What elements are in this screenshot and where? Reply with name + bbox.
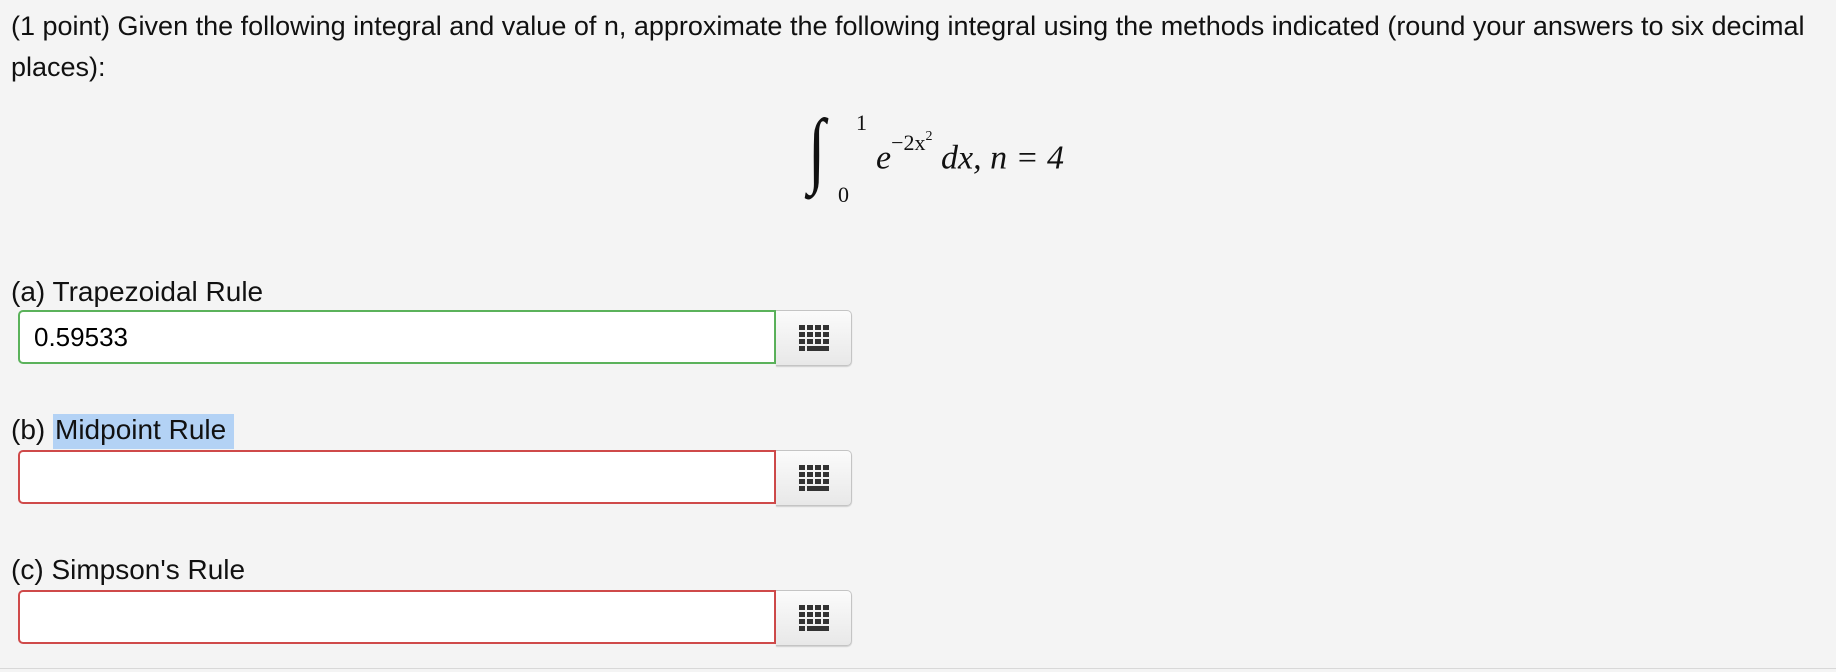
part-b-method-selected: Midpoint Rule [53, 414, 235, 449]
exponent-power: 2 [925, 128, 933, 144]
exponent: −2x2 [891, 128, 933, 155]
integral-sign: ∫ [808, 103, 826, 196]
grid-icon [798, 465, 829, 491]
midpoint-answer-input[interactable] [18, 450, 776, 504]
part-c-answer-row [18, 590, 854, 648]
part-a-prefix: (a) [11, 276, 53, 307]
simpsons-answer-input[interactable] [18, 590, 776, 644]
trapezoidal-answer-input[interactable] [18, 310, 776, 364]
bottom-divider [0, 668, 1836, 669]
part-a-answer-row [18, 310, 854, 368]
differential-and-n: dx, n = 4 [941, 139, 1065, 177]
part-b-answer-row [18, 450, 854, 508]
upper-limit: 1 [856, 110, 867, 135]
integral-formula: ∫ 1 0 e−2x2 dx, n = 4 [808, 103, 1108, 208]
grid-icon [798, 605, 829, 631]
grid-icon [798, 325, 829, 351]
part-c-label: (c) Simpson's Rule [11, 552, 245, 588]
part-b-equation-editor-button[interactable] [776, 450, 852, 506]
part-a-method: Trapezoidal Rule [52, 276, 264, 307]
exponent-prefix: −2x [891, 130, 926, 155]
part-b-prefix: (b) [11, 414, 53, 445]
integrand: e−2x2 dx, n = 4 [876, 129, 1065, 177]
part-b-label: (b) Midpoint Rule [11, 412, 235, 449]
problem-statement: (1 point) Given the following integral a… [11, 11, 1805, 82]
exponential-base: e [876, 139, 892, 177]
part-a-equation-editor-button[interactable] [776, 310, 852, 366]
lower-limit: 0 [838, 182, 849, 207]
part-c-equation-editor-button[interactable] [776, 590, 852, 646]
part-a-label: (a) Trapezoidal Rule [11, 274, 263, 310]
part-c-method: Simpson's Rule [51, 554, 246, 585]
part-c-prefix: (c) [11, 554, 52, 585]
